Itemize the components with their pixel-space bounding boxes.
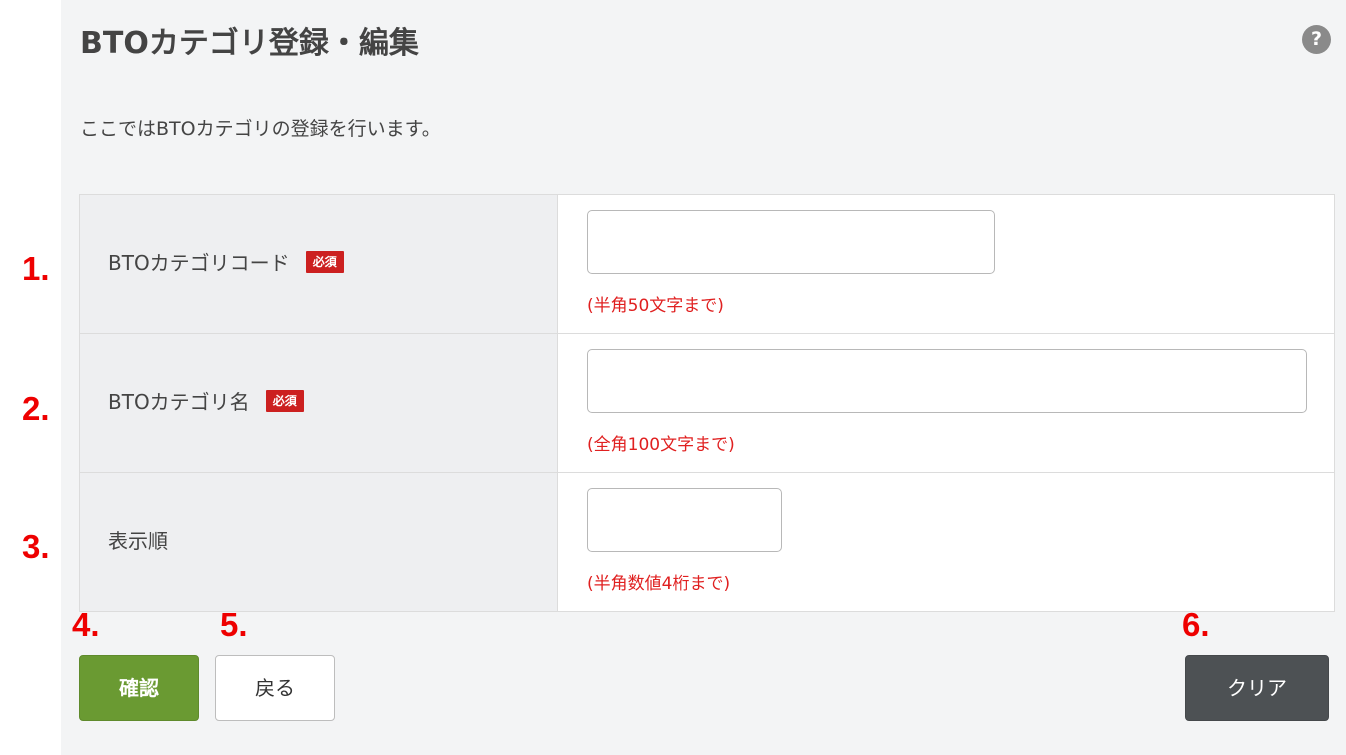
field-label: 表示順 [108, 529, 168, 553]
form-row-display-order: 表示順 (半角数値4桁まで) [80, 473, 1334, 611]
confirm-button[interactable]: 確認 [79, 655, 199, 721]
form-row-field-cell: (半角数値4桁まで) [558, 473, 1334, 611]
help-icon[interactable]: ? [1302, 25, 1331, 54]
form-row-bto-category-code: BTOカテゴリコード 必須 (半角50文字まで) [80, 195, 1334, 334]
field-label: BTOカテゴリコード [108, 251, 290, 275]
annotation-1: 1. [22, 250, 50, 287]
required-badge: 必須 [305, 250, 344, 273]
back-button[interactable]: 戻る [215, 655, 335, 721]
page-title: BTOカテゴリ登録・編集 [80, 26, 419, 61]
form-row-label: 表示順 [108, 525, 168, 554]
field-label: BTOカテゴリ名 [108, 390, 250, 414]
field-hint: (半角50文字まで) [587, 296, 724, 316]
annotation-5: 5. [220, 606, 248, 643]
bto-category-name-input[interactable] [587, 349, 1307, 413]
field-hint: (全角100文字まで) [587, 435, 735, 455]
form-row-label: BTOカテゴリ名 必須 [108, 386, 304, 415]
display-order-input[interactable] [587, 488, 782, 552]
form-row-label-cell: 表示順 [80, 473, 558, 611]
form-row-field-cell: (全角100文字まで) [558, 334, 1334, 472]
annotation-4: 4. [72, 606, 100, 643]
form-row-label-cell: BTOカテゴリコード 必須 [80, 195, 558, 333]
bto-category-code-input[interactable] [587, 210, 995, 274]
annotation-2: 2. [22, 390, 50, 427]
required-badge: 必須 [265, 389, 304, 412]
form-table: BTOカテゴリコード 必須 (半角50文字まで) BTOカテゴリ名 必須 (全角… [79, 194, 1335, 612]
clear-button[interactable]: クリア [1185, 655, 1329, 721]
annotation-3: 3. [22, 528, 50, 565]
annotation-6: 6. [1182, 606, 1210, 643]
form-row-label: BTOカテゴリコード 必須 [108, 247, 344, 276]
field-hint: (半角数値4桁まで) [587, 574, 731, 594]
form-row-label-cell: BTOカテゴリ名 必須 [80, 334, 558, 472]
page-description: ここではBTOカテゴリの登録を行います。 [80, 118, 441, 140]
form-row-field-cell: (半角50文字まで) [558, 195, 1334, 333]
form-row-bto-category-name: BTOカテゴリ名 必須 (全角100文字まで) [80, 334, 1334, 473]
